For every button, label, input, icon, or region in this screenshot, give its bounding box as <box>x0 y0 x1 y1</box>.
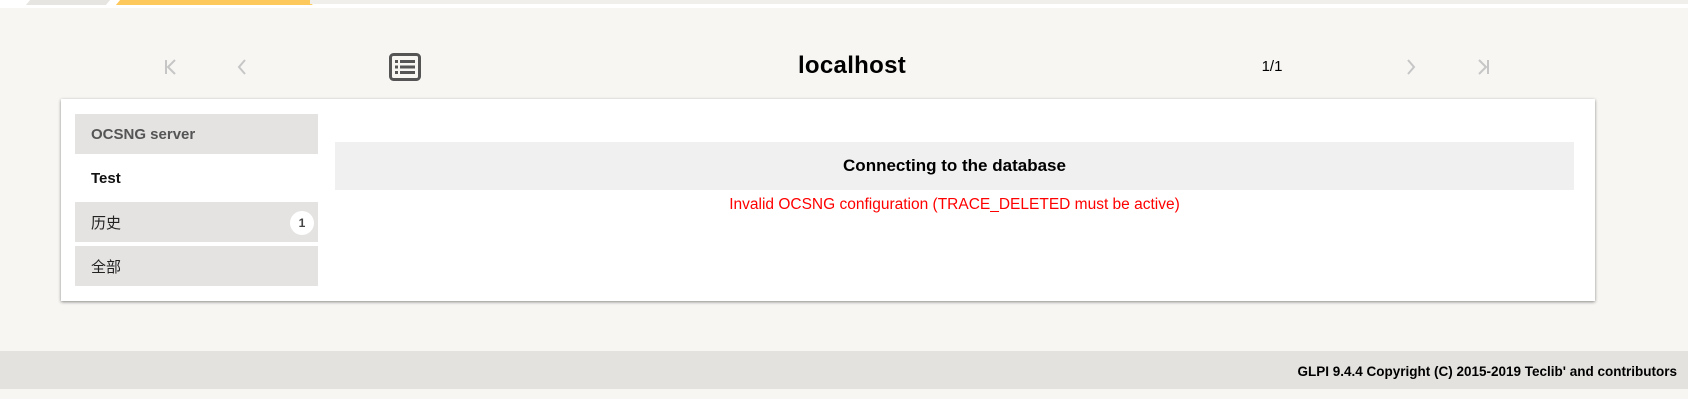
tab-test[interactable]: Test <box>75 158 318 198</box>
top-strip-grey-segment <box>25 0 111 5</box>
first-page-icon <box>165 59 176 75</box>
footer-copyright[interactable]: GLPI 9.4.4 Copyright (C) 2015-2019 Tecli… <box>1297 364 1677 379</box>
top-accent-strip <box>0 0 1688 8</box>
chevron-left-icon <box>237 59 246 75</box>
first-record-button[interactable] <box>158 54 184 80</box>
tab-content: Connecting to the database Invalid OCSNG… <box>335 142 1574 214</box>
tab-label: Test <box>91 169 121 187</box>
last-record-button[interactable] <box>1470 54 1496 80</box>
tab-label: OCSNG server <box>91 125 196 143</box>
next-record-button[interactable] <box>1398 54 1424 80</box>
tab-history[interactable]: 历史 1 <box>75 202 318 242</box>
record-navigation: localhost 1/1 <box>0 44 1688 90</box>
previous-record-button[interactable] <box>229 54 255 80</box>
section-header: Connecting to the database <box>335 142 1574 190</box>
list-view-button[interactable] <box>389 53 421 81</box>
tab-label: 全部 <box>91 258 122 276</box>
list-view-icon <box>389 53 421 81</box>
last-page-icon <box>1478 59 1489 75</box>
chevron-right-icon <box>1407 59 1416 75</box>
top-strip-yellow-segment <box>115 0 317 5</box>
tab-list: OCSNG server Test 历史 1 全部 <box>75 114 318 290</box>
history-count-badge: 1 <box>290 211 314 235</box>
error-message: Invalid OCSNG configuration (TRACE_DELET… <box>729 196 1180 213</box>
record-counter: 1/1 <box>1261 58 1283 75</box>
bottom-strip <box>0 389 1688 399</box>
main-panel: OCSNG server Test 历史 1 全部 Connecting to … <box>61 99 1595 301</box>
footer: GLPI 9.4.4 Copyright (C) 2015-2019 Tecli… <box>0 351 1688 389</box>
tab-all[interactable]: 全部 <box>75 246 318 286</box>
top-strip-line <box>310 0 1688 4</box>
tab-label: 历史 <box>91 214 122 232</box>
record-title: localhost <box>797 52 907 79</box>
tab-ocsng-server[interactable]: OCSNG server <box>75 114 318 154</box>
